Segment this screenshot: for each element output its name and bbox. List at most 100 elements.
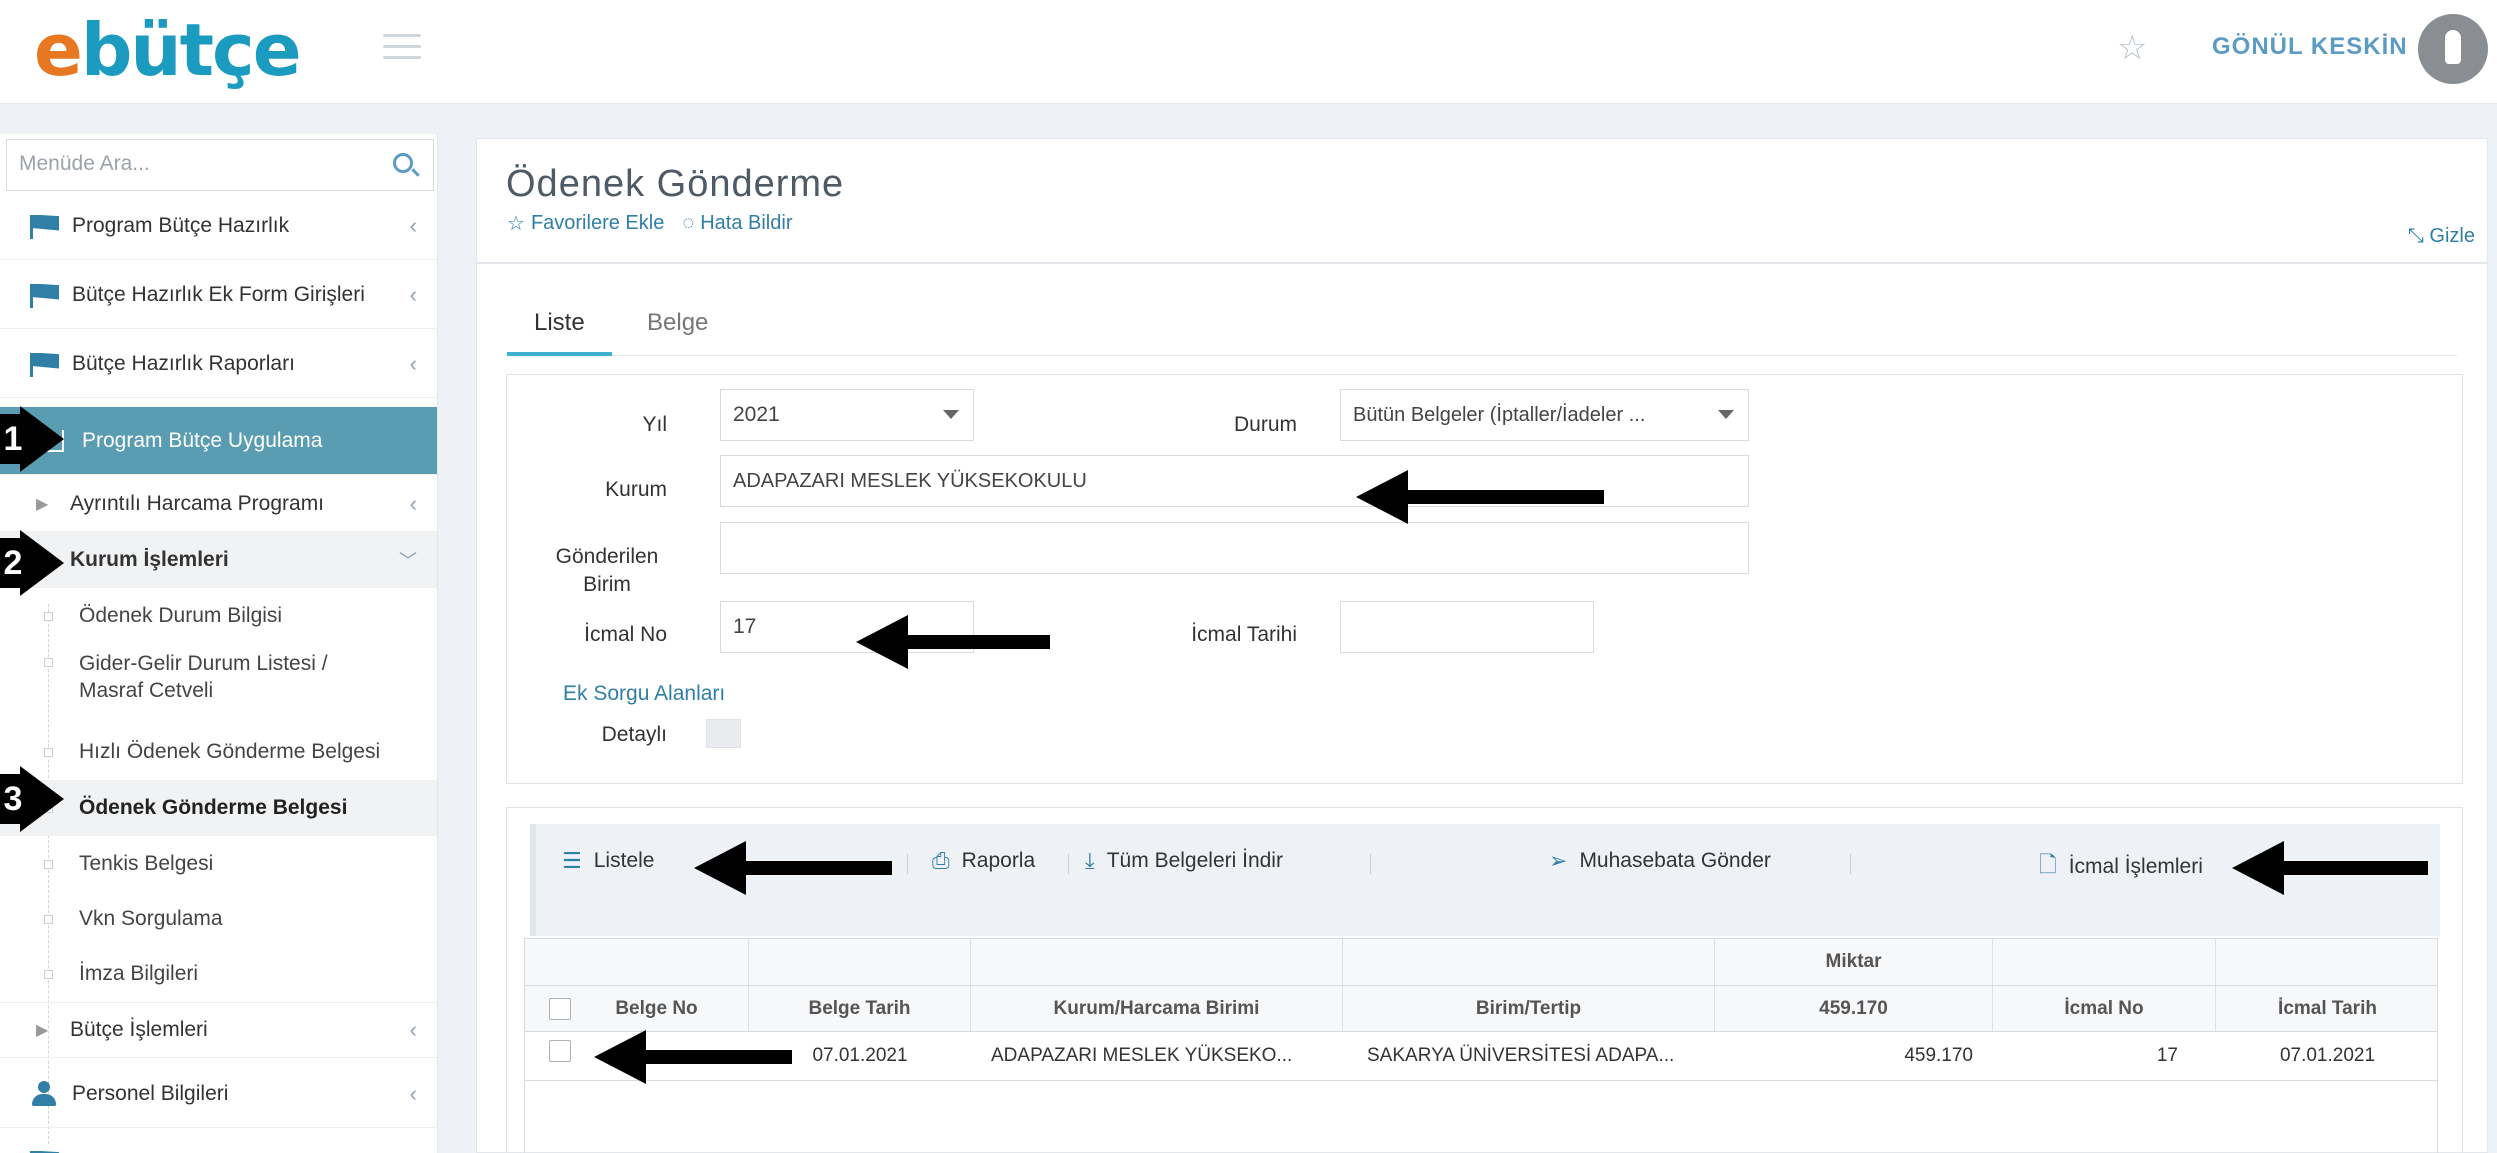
hide-link[interactable]: ⤡ Gizle <box>2408 225 2475 248</box>
column-header-belge-tarih[interactable]: Belge Tarih <box>749 986 971 1031</box>
ek-sorgu-alanlari-link[interactable]: Ek Sorgu Alanları <box>563 682 725 706</box>
title-divider <box>477 262 2487 264</box>
durum-value: Bütün Belgeler (İptaller/İadeler ... <box>1353 403 1646 426</box>
sidebar-item-vkn-sorgulama[interactable]: Vkn Sorgulama <box>0 891 437 947</box>
detayli-label: Detaylı <box>601 723 667 746</box>
menu-search <box>6 139 434 191</box>
menu-search-input[interactable] <box>7 140 367 188</box>
add-favorites-label: Favorilere Ekle <box>530 212 665 234</box>
flag-icon <box>30 214 60 239</box>
tum-belgeleri-indir-button[interactable]: ⤓ Tüm Belgeleri İndir <box>1085 848 1283 874</box>
ebutce-logo[interactable]: e bütçe <box>34 8 302 92</box>
annotation-arrow-icmal-islemleri <box>2232 841 2428 895</box>
triangle-right-icon: ▶ <box>36 1022 49 1039</box>
row-kurum-harcama-birimi: ADAPAZARI MESLEK YÜKSEKO... <box>991 1045 1293 1066</box>
report-error-link[interactable]: ◌ Hata Bildir <box>682 211 792 236</box>
row-birim-tertip: SAKARYA ÜNİVERSİTESİ ADAPA... <box>1367 1045 1675 1066</box>
sidebar-item-label: Ayrıntılı Harcama Programı <box>70 491 325 515</box>
tab-liste[interactable]: Liste <box>507 299 612 356</box>
flag-icon <box>30 352 60 377</box>
sidebar-item-label: Gider-Gelir Durum Listesi / Masraf Cetve… <box>79 652 328 702</box>
hide-label: Gizle <box>2429 225 2475 247</box>
sidebar-item-butce-hazirlik-raporlari[interactable]: Bütçe Hazırlık Raporları ‹ <box>0 330 437 398</box>
page-title: Ödenek Gönderme <box>506 163 845 205</box>
yil-label: Yıl <box>642 413 667 436</box>
add-favorites-link[interactable]: ☆ Favorilere Ekle <box>507 211 664 236</box>
document-icon: 🗋 <box>2039 852 2057 877</box>
sidebar-item-butce-islemleri[interactable]: ▶ Bütçe İşlemleri ‹ <box>0 1002 437 1058</box>
hamburger-menu-icon[interactable] <box>383 34 421 60</box>
listele-label: Listele <box>593 849 655 872</box>
caret-down-icon <box>943 410 959 419</box>
gonderilen-birim-field[interactable] <box>720 522 1749 574</box>
column-header-birim-tertip[interactable]: Birim/Tertip <box>1343 986 1715 1031</box>
muhasebata-gonder-label: Muhasebata Gönder <box>1579 849 1771 872</box>
icmal-no-label: İcmal No <box>584 623 667 646</box>
detayli-checkbox[interactable] <box>706 719 741 748</box>
tree-node-icon <box>44 969 53 979</box>
user-name[interactable]: GÖNÜL KESKİN <box>2212 33 2408 61</box>
sidebar-item-ayrintili-harcama[interactable]: ▶ Ayrıntılı Harcama Programı ‹ <box>0 476 437 532</box>
flag-icon <box>30 283 60 308</box>
step-marker-3: 3 <box>0 766 64 832</box>
annotation-arrow-listele <box>694 841 892 895</box>
sidebar-item-label: Bütçe İşlemleri <box>70 1018 208 1041</box>
list-icon: ☰ <box>562 848 582 873</box>
yil-select[interactable]: 2021 <box>720 389 974 441</box>
row-checkbox[interactable] <box>549 1040 571 1062</box>
sidebar-item-gider-gelir-durum[interactable]: Gider-Gelir Durum Listesi / Masraf Cetve… <box>0 644 437 710</box>
results-toolbar: ☰ Listele ⎙ Raporla ⤓ Tüm Belgeleri İndi… <box>530 824 2440 936</box>
durum-select[interactable]: Bütün Belgeler (İptaller/İadeler ... <box>1340 389 1749 441</box>
search-icon[interactable] <box>393 153 413 173</box>
star-icon: ☆ <box>507 213 525 235</box>
select-all-checkbox[interactable] <box>549 998 571 1020</box>
comment-icon: ◌ <box>682 212 695 234</box>
icmal-tarihi-label: İcmal Tarihi <box>1191 623 1297 646</box>
column-header-miktar-total[interactable]: 459.170 <box>1715 986 1993 1031</box>
sidebar-item-kurum-islemleri[interactable]: Kurum İşlemleri ﹀ <box>0 532 437 588</box>
toolbar-divider <box>1068 854 1069 874</box>
table-group-header: Miktar <box>525 939 2437 986</box>
favorites-star-icon[interactable]: ☆ <box>2117 28 2147 68</box>
tab-belge[interactable]: Belge <box>620 299 735 356</box>
sidebar-item-program-butce-hazirlik[interactable]: Program Bütçe Hazırlık ‹ <box>0 192 437 260</box>
icmal-tarihi-field[interactable] <box>1340 601 1594 653</box>
chevron-left-icon: ‹ <box>409 1080 417 1106</box>
icmal-islemleri-button[interactable]: 🗋 İcmal İşlemleri <box>2039 848 2203 886</box>
content-panel: Ödenek Gönderme ☆ Favorilere Ekle ◌ Hata B… <box>476 138 2488 1153</box>
table-row[interactable]: 07.01.2021 ADAPAZARI MESLEK YÜKSEKO... S… <box>525 1032 2437 1081</box>
user-avatar[interactable] <box>2418 14 2488 84</box>
column-header-belge-no[interactable]: Belge No <box>525 986 749 1031</box>
annotation-arrow-icmal-no <box>856 615 1050 669</box>
sidebar-item-hizli-odenek[interactable]: Hızlı Ödenek Gönderme Belgesi <box>0 724 437 780</box>
logo-e: e <box>34 8 83 92</box>
sidebar-item-odenek-gonderme-belgesi[interactable]: Ödenek Gönderme Belgesi <box>0 780 437 836</box>
sidebar-item-label: Ödenek Gönderme Belgesi <box>79 796 348 819</box>
sidebar-item-imza-bilgileri[interactable]: İmza Bilgileri <box>0 946 437 1002</box>
yil-value: 2021 <box>733 403 780 426</box>
sidebar-item-tenkis-belgesi[interactable]: Tenkis Belgesi <box>0 836 437 892</box>
caret-down-icon <box>1718 410 1734 419</box>
sidebar-item-next[interactable] <box>0 1128 437 1153</box>
raporla-button[interactable]: ⎙ Raporla <box>932 848 1035 874</box>
chevron-down-icon: ﹀ <box>399 550 417 571</box>
sidebar-item-label: Vkn Sorgulama <box>79 907 223 930</box>
sidebar-item-program-butce-uygulama[interactable]: Program Bütçe Uygulama <box>0 407 437 475</box>
muhasebata-gonder-button[interactable]: ➢ Muhasebata Gönder <box>1549 848 1771 874</box>
sidebar-item-odenek-durum-bilgisi[interactable]: Ödenek Durum Bilgisi <box>0 588 437 644</box>
column-header-kurum-harcama-birimi[interactable]: Kurum/Harcama Birimi <box>971 986 1343 1031</box>
column-header-icmal-no[interactable]: İcmal No <box>1993 986 2216 1031</box>
download-icon: ⤓ <box>1085 848 1095 873</box>
sidebar-item-butce-hazirlik-ek-form[interactable]: Bütçe Hazırlık Ek Form Girişleri ‹ <box>0 261 437 329</box>
miktar-group-header: Miktar <box>1715 939 1993 985</box>
tree-node-icon <box>44 658 53 667</box>
toolbar-divider <box>907 854 908 874</box>
results-panel: ☰ Listele ⎙ Raporla ⤓ Tüm Belgeleri İndi… <box>506 807 2463 1153</box>
table-header-row: Belge No Belge Tarih Kurum/Harcama Birim… <box>525 986 2437 1032</box>
listele-button[interactable]: ☰ Listele <box>562 848 654 874</box>
gonderilen-birim-label: Gönderilen Birim <box>555 545 659 596</box>
column-header-icmal-tarih[interactable]: İcmal Tarih <box>2216 986 2439 1031</box>
sidebar-item-personel-bilgileri[interactable]: Personel Bilgileri ‹ <box>0 1060 437 1128</box>
sidebar-item-label: Bütçe Hazırlık Raporları <box>72 351 295 375</box>
toolbar-divider <box>1370 854 1371 874</box>
